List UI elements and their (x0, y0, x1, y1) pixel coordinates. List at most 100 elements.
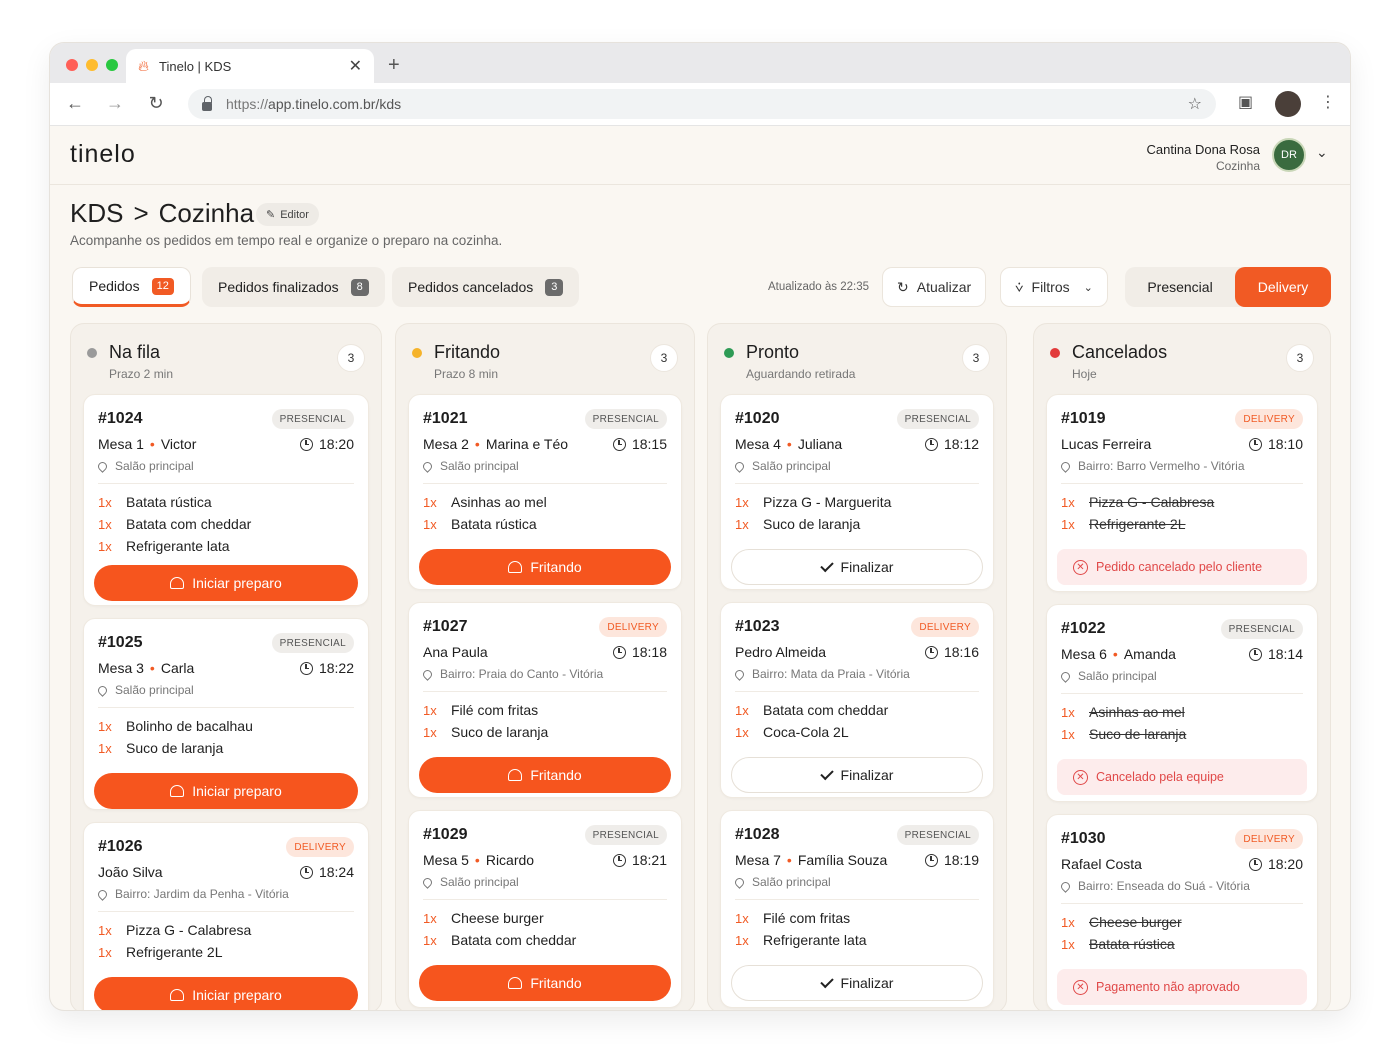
order-card[interactable]: #1029 PRESENCIAL Mesa 5 • Ricardo 18:21 Sa… (408, 810, 682, 1008)
finalize-button[interactable]: Finalizar (731, 549, 983, 585)
column-title: Cancelados (1072, 342, 1168, 362)
mode-delivery-button[interactable]: Delivery (1235, 267, 1331, 307)
location-pin-icon (421, 459, 434, 473)
bookmark-star-icon[interactable]: ☆ (1188, 94, 1202, 114)
order-card[interactable]: #1022 PRESENCIAL Mesa 6 • Amanda 18:14 Sal… (1046, 604, 1318, 802)
reload-icon[interactable]: ↻ (145, 93, 167, 114)
refresh-button[interactable]: ↻ Atualizar (882, 267, 987, 307)
item-qty: 1x (98, 718, 112, 734)
order-item: 1x Batata rústica (1061, 933, 1303, 955)
check-icon (819, 974, 834, 988)
clock-icon (1248, 647, 1262, 661)
order-time: 18:24 (299, 864, 354, 880)
cancel-circle-icon: ✕ (1073, 769, 1088, 785)
column-count: 3 (650, 344, 678, 372)
order-card[interactable]: #1030 DELIVERY Rafael Costa 18:20 Bairro… (1046, 814, 1318, 1010)
table-label: Mesa 5 (423, 852, 469, 868)
item-qty: 1x (735, 516, 749, 532)
frying-button[interactable]: Fritando (419, 965, 671, 1001)
breadcrumb-root[interactable]: KDS (70, 198, 123, 229)
item-name: Batata rústica (126, 494, 212, 510)
minimize-window-button[interactable] (86, 59, 98, 71)
order-card[interactable]: #1021 PRESENCIAL Mesa 2 • Marina e Téo 18:… (408, 394, 682, 590)
tab-pedidos-cancelados[interactable]: Pedidos cancelados 3 (392, 267, 580, 307)
user-role: Cozinha (1215, 159, 1260, 173)
status-dot (87, 348, 97, 358)
back-icon[interactable]: ← (64, 93, 86, 114)
service-mode-toggle: Presencial Delivery (1125, 267, 1331, 307)
customer-name: Marina e Téo (485, 436, 569, 452)
count-badge: 3 (545, 278, 564, 296)
browser-tabbar: 🔥︎ Tinelo | KDS ✕ + (50, 43, 1350, 83)
column-title: Fritando (434, 342, 501, 362)
order-customer: Mesa 7 • Família Souza (735, 852, 887, 868)
order-number: #1023 (735, 618, 780, 635)
divider (1061, 483, 1303, 484)
divider (98, 707, 354, 708)
start-prep-button[interactable]: Iniciar preparo (94, 977, 358, 1010)
filter-icon: ⩒ (1015, 278, 1024, 295)
url-text: https://app.tinelo.com.br/kds (226, 96, 402, 112)
order-card[interactable]: #1024 PRESENCIAL Mesa 1 • Victor 18:20 Sal… (83, 394, 369, 606)
close-window-button[interactable] (66, 59, 78, 71)
clock-icon (299, 661, 313, 675)
forward-icon[interactable]: → (104, 93, 126, 114)
avatar[interactable]: DR (1272, 138, 1306, 172)
order-number: #1027 (423, 618, 468, 635)
order-items: 1x Batata com cheddar 1x Coca-Cola 2L (735, 699, 979, 743)
close-tab-icon[interactable]: ✕ (349, 56, 362, 76)
browser-profile-avatar[interactable] (1275, 91, 1301, 117)
tab-pedidos-finalizados[interactable]: Pedidos finalizados 8 (202, 267, 385, 307)
column-1: Fritando Prazo 8 min 3 #1021 PRESENCIAL … (395, 323, 695, 1010)
order-item: 1x Asinhas ao mel (1061, 701, 1303, 723)
order-time-text: 18:24 (318, 864, 354, 880)
column-subtitle: Hoje (1072, 367, 1097, 381)
app-logo[interactable]: tinelo (70, 140, 136, 169)
order-type-badge: PRESENCIAL (271, 633, 354, 653)
item-qty: 1x (98, 944, 112, 960)
order-card[interactable]: #1028 PRESENCIAL Mesa 7 • Família Souza 18… (720, 810, 994, 1008)
frying-button[interactable]: Fritando (419, 757, 671, 793)
order-card[interactable]: #1020 PRESENCIAL Mesa 4 • Juliana 18:12 Sa… (720, 394, 994, 590)
browser-tab[interactable]: 🔥︎ Tinelo | KDS ✕ (126, 49, 374, 83)
column-2: Pronto Aguardando retirada 3 #1020 PRESE… (707, 323, 1007, 1010)
column-header: Na fila Prazo 2 min 3 (87, 342, 365, 382)
frying-button[interactable]: Fritando (419, 549, 671, 585)
separator-dot: • (786, 852, 792, 868)
browser-menu-icon[interactable]: ⋮ (1320, 92, 1336, 112)
order-number: #1029 (423, 826, 468, 843)
order-card[interactable]: #1023 DELIVERY Pedro Almeida 18:16 Bairr… (720, 602, 994, 798)
tab-pedidos[interactable]: Pedidos 12 (72, 267, 191, 307)
order-time: 18:10 (1248, 436, 1303, 452)
address-bar[interactable]: https://app.tinelo.com.br/kds ☆ (188, 89, 1216, 119)
user-info[interactable]: Cantina Dona Rosa Cozinha (1147, 142, 1260, 173)
page-subtitle: Acompanhe os pedidos em tempo real e org… (70, 233, 503, 248)
editor-button[interactable]: ✎ Editor (256, 203, 319, 226)
start-prep-button[interactable]: Iniciar preparo (94, 773, 358, 809)
order-card[interactable]: #1019 DELIVERY Lucas Ferreira 18:10 Bair… (1046, 394, 1318, 592)
order-card[interactable]: #1025 PRESENCIAL Mesa 3 • Carla 18:22 Salã… (83, 618, 369, 810)
order-item: 1x Coca-Cola 2L (735, 721, 979, 743)
mode-presencial-button[interactable]: Presencial (1125, 267, 1235, 307)
order-card[interactable]: #1027 DELIVERY Ana Paula 18:18 Bairro: P… (408, 602, 682, 798)
order-type-badge: PRESENCIAL (1220, 619, 1303, 639)
order-time-text: 18:20 (1267, 856, 1303, 872)
chevron-down-icon[interactable]: ⌄ (1316, 144, 1328, 161)
cancel-reason: ✕ Cancelado pela equipe (1057, 759, 1307, 795)
order-customer: Mesa 1 • Victor (98, 436, 196, 452)
order-card[interactable]: #1026 DELIVERY João Silva 18:24 Bairro: … (83, 822, 369, 1010)
maximize-window-button[interactable] (106, 59, 118, 71)
start-prep-button[interactable]: Iniciar preparo (94, 565, 358, 601)
chef-hat-icon (170, 785, 185, 797)
item-name: Asinhas ao mel (1089, 704, 1185, 720)
finalize-button[interactable]: Finalizar (731, 757, 983, 793)
new-tab-icon[interactable]: + (388, 54, 400, 77)
filters-button[interactable]: ⩒ Filtros ⌄ (1000, 267, 1108, 307)
finalize-button[interactable]: Finalizar (731, 965, 983, 1001)
item-qty: 1x (98, 740, 112, 756)
item-name: Batata rústica (451, 516, 537, 532)
extensions-icon[interactable]: ▣ (1238, 92, 1253, 112)
chef-hat-icon (508, 561, 523, 573)
order-item: 1x Refrigerante lata (98, 535, 354, 557)
order-time: 18:16 (924, 644, 979, 660)
